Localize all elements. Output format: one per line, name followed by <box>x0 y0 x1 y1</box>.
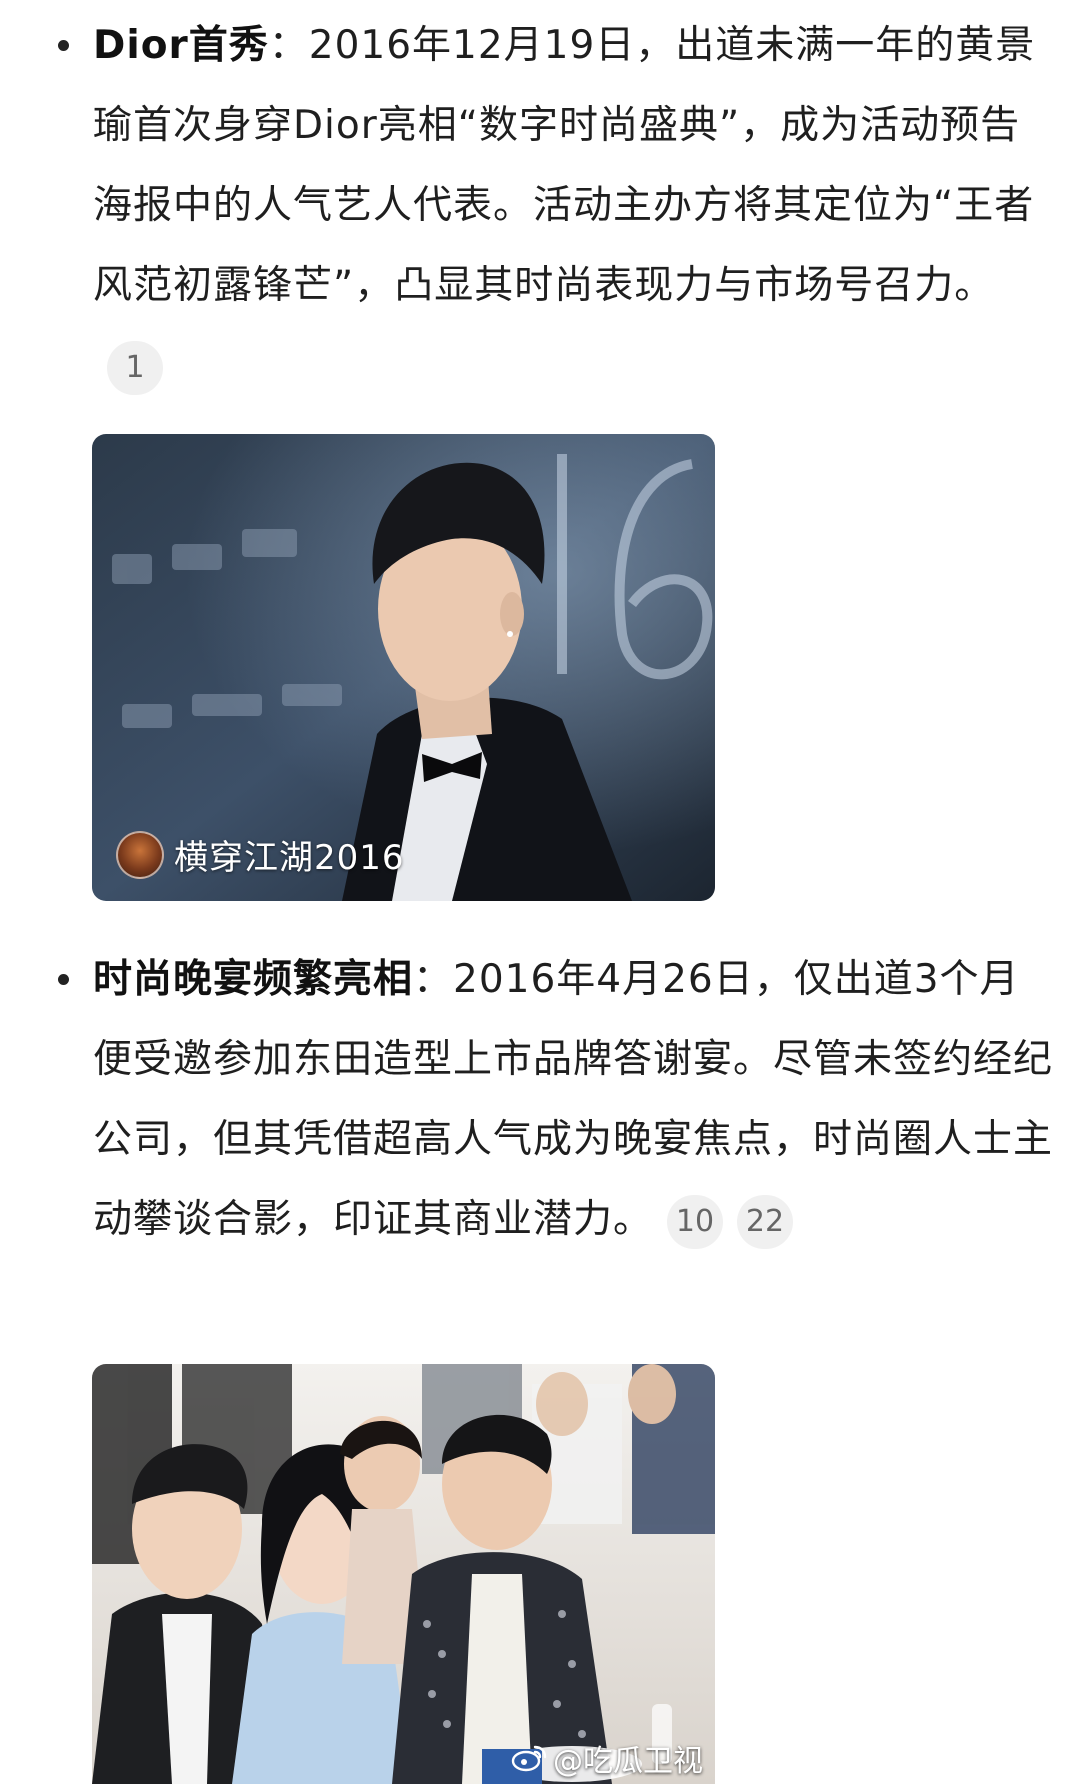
paragraph: 时尚晚宴频繁亮相：2016年4月26日，仅出道3个月便受邀参加东田造型上市品牌答… <box>93 940 1053 1260</box>
weibo-icon <box>511 1745 547 1772</box>
paragraph: Dior首秀：2016年12月19日，出道未满一年的黄景瑜首次身穿Dior亮相“… <box>93 6 1053 406</box>
avatar <box>116 830 164 879</box>
bullet-icon <box>58 40 69 51</box>
group-photo <box>92 1364 715 1784</box>
citation-badge[interactable]: 22 <box>737 1194 794 1249</box>
photo-card[interactable]: @吃瓜卫视 <box>92 1364 715 1784</box>
citation-badge[interactable]: 10 <box>667 1194 724 1249</box>
item-title: 时尚晚宴频繁亮相 <box>93 957 414 1002</box>
watermark: @吃瓜卫视 <box>511 1736 703 1780</box>
citation-badge[interactable]: 1 <box>107 340 163 395</box>
bullet-icon <box>58 974 69 985</box>
photo-card[interactable]: 横穿江湖2016 <box>92 434 715 901</box>
watermark-text: @吃瓜卫视 <box>553 1744 703 1779</box>
item-title: Dior首秀 <box>93 23 269 68</box>
credit-name: 横穿江湖2016 <box>174 838 405 878</box>
photo-credit[interactable]: 横穿江湖2016 <box>116 830 405 879</box>
